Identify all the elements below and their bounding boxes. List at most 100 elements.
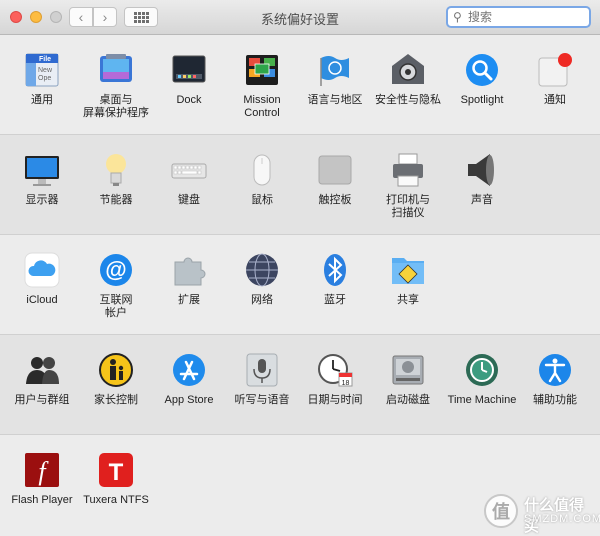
date-time-icon: 18 xyxy=(317,352,353,388)
security-privacy-icon xyxy=(390,52,426,88)
desktop-screensaver-icon xyxy=(98,52,134,88)
pref-label: 扩展 xyxy=(178,294,200,306)
pref-label: Dock xyxy=(176,94,202,106)
general-icon: File New Ope xyxy=(24,52,60,88)
pref-network[interactable]: 网络 xyxy=(226,235,298,307)
startup-disk-icon xyxy=(390,352,426,388)
pref-bluetooth[interactable]: 蓝牙 xyxy=(299,235,371,307)
pref-startup-disk[interactable]: 启动磁盘 xyxy=(372,335,444,407)
pref-label: Mission Control xyxy=(243,94,281,119)
pref-label: 辅助功能 xyxy=(533,394,577,406)
pref-label: Spotlight xyxy=(460,94,504,106)
pref-trackpad[interactable]: 触控板 xyxy=(299,135,371,207)
search-icon: ⚲ xyxy=(453,10,462,24)
svg-text:New: New xyxy=(38,67,53,74)
notifications-icon xyxy=(537,52,573,88)
pref-label: 节能器 xyxy=(99,194,133,206)
accessibility-icon xyxy=(537,352,573,388)
pref-internet-accounts[interactable]: @ 互联网 帐户 xyxy=(80,235,152,320)
sharing-icon xyxy=(390,252,426,288)
spotlight-icon xyxy=(464,52,500,88)
keyboard-icon xyxy=(171,152,207,188)
pref-label: 家长控制 xyxy=(94,394,138,406)
chevron-left-icon: ‹ xyxy=(78,9,84,25)
pref-keyboard[interactable]: 键盘 xyxy=(153,135,225,207)
pref-security-privacy[interactable]: 安全性与隐私 xyxy=(372,35,444,107)
pref-language-region[interactable]: 语言与地区 xyxy=(299,35,371,107)
pref-mission-control[interactable]: Mission Control xyxy=(226,35,298,120)
pref-tuxera-ntfs[interactable]: T Tuxera NTFS xyxy=(80,435,152,507)
pref-users-groups[interactable]: 用户与群组 xyxy=(6,335,78,407)
pref-label: Flash Player xyxy=(11,494,73,506)
close-button[interactable] xyxy=(10,11,22,23)
pref-flash-player[interactable]: f Flash Player xyxy=(6,435,78,507)
chevron-right-icon: › xyxy=(102,9,108,25)
pref-general[interactable]: File New Ope 通用 xyxy=(6,35,78,107)
pref-desktop-screensaver[interactable]: 桌面与 屏幕保护程序 xyxy=(80,35,152,120)
pref-label: 桌面与 屏幕保护程序 xyxy=(83,94,149,119)
parental-controls-icon xyxy=(98,352,134,388)
dictation-speech-icon xyxy=(244,352,280,388)
pref-displays[interactable]: 显示器 xyxy=(6,135,78,207)
pref-label: 语言与地区 xyxy=(307,94,363,106)
section-other: f Flash Player T Tuxera NTFS 值 什么值得买 SMZ… xyxy=(0,435,600,535)
pref-label: Tuxera NTFS xyxy=(83,494,149,506)
pref-dock[interactable]: Dock xyxy=(153,35,225,107)
printers-scanners-icon xyxy=(390,152,426,188)
pref-label: iCloud xyxy=(26,294,58,306)
network-icon xyxy=(244,252,280,288)
pref-mouse[interactable]: 鼠标 xyxy=(226,135,298,207)
pref-label: 声音 xyxy=(471,194,493,206)
pref-label: 用户与群组 xyxy=(14,394,70,406)
time-machine-icon xyxy=(464,352,500,388)
pref-label: App Store xyxy=(164,394,214,406)
pref-energy-saver[interactable]: 节能器 xyxy=(80,135,152,207)
search-input[interactable] xyxy=(468,9,584,25)
watermark-domain: SMZDM.COM xyxy=(524,513,600,525)
grid-icon xyxy=(133,11,149,23)
pref-icloud[interactable]: iCloud xyxy=(6,235,78,307)
show-all-button[interactable] xyxy=(124,7,158,27)
section-personal: File New Ope 通用 桌面与 屏幕保护程序 Dock Mission … xyxy=(0,35,600,135)
pref-label: 通知 xyxy=(544,94,566,106)
pref-label: 键盘 xyxy=(178,194,200,206)
pref-spotlight[interactable]: Spotlight xyxy=(446,35,518,107)
forward-button[interactable]: › xyxy=(93,7,117,27)
pref-dictation-speech[interactable]: 听写与语音 xyxy=(226,335,298,407)
pref-label: 蓝牙 xyxy=(324,294,346,306)
back-button[interactable]: ‹ xyxy=(69,7,93,27)
flash-player-icon: f xyxy=(24,452,60,488)
svg-text:File: File xyxy=(39,56,51,63)
pref-label: 安全性与隐私 xyxy=(375,94,441,106)
zoom-button[interactable] xyxy=(50,11,62,23)
mission-control-icon xyxy=(244,52,280,88)
pref-sound[interactable]: 声音 xyxy=(446,135,518,207)
pref-notifications[interactable]: 通知 xyxy=(519,35,591,107)
pref-printers-scanners[interactable]: 打印机与 扫描仪 xyxy=(372,135,444,220)
internet-accounts-icon: @ xyxy=(98,252,134,288)
svg-text:@: @ xyxy=(105,257,126,282)
search-field[interactable]: ⚲ xyxy=(446,6,591,28)
tuxera-ntfs-icon: T xyxy=(98,452,134,488)
extensions-icon xyxy=(171,252,207,288)
trackpad-icon xyxy=(317,152,353,188)
pref-label: 显示器 xyxy=(25,194,59,206)
pref-label: 听写与语音 xyxy=(234,394,290,406)
svg-text:18: 18 xyxy=(342,380,350,387)
pref-extensions[interactable]: 扩展 xyxy=(153,235,225,307)
pref-accessibility[interactable]: 辅助功能 xyxy=(519,335,591,407)
pref-sharing[interactable]: 共享 xyxy=(372,235,444,307)
app-store-icon xyxy=(171,352,207,388)
pref-time-machine[interactable]: Time Machine xyxy=(446,335,518,407)
sound-icon xyxy=(464,152,500,188)
pref-date-time[interactable]: 18 日期与时间 xyxy=(299,335,371,407)
watermark: 值 什么值得买 SMZDM.COM xyxy=(484,494,600,535)
pref-parental-controls[interactable]: 家长控制 xyxy=(80,335,152,407)
displays-icon xyxy=(24,152,60,188)
pref-label: 日期与时间 xyxy=(307,394,363,406)
pref-app-store[interactable]: App Store xyxy=(153,335,225,407)
section-internet: iCloud @ 互联网 帐户 扩展 网络 蓝牙 共享 xyxy=(0,235,600,335)
pref-label: 触控板 xyxy=(318,194,352,206)
energy-saver-icon xyxy=(98,152,134,188)
minimize-button[interactable] xyxy=(30,11,42,23)
